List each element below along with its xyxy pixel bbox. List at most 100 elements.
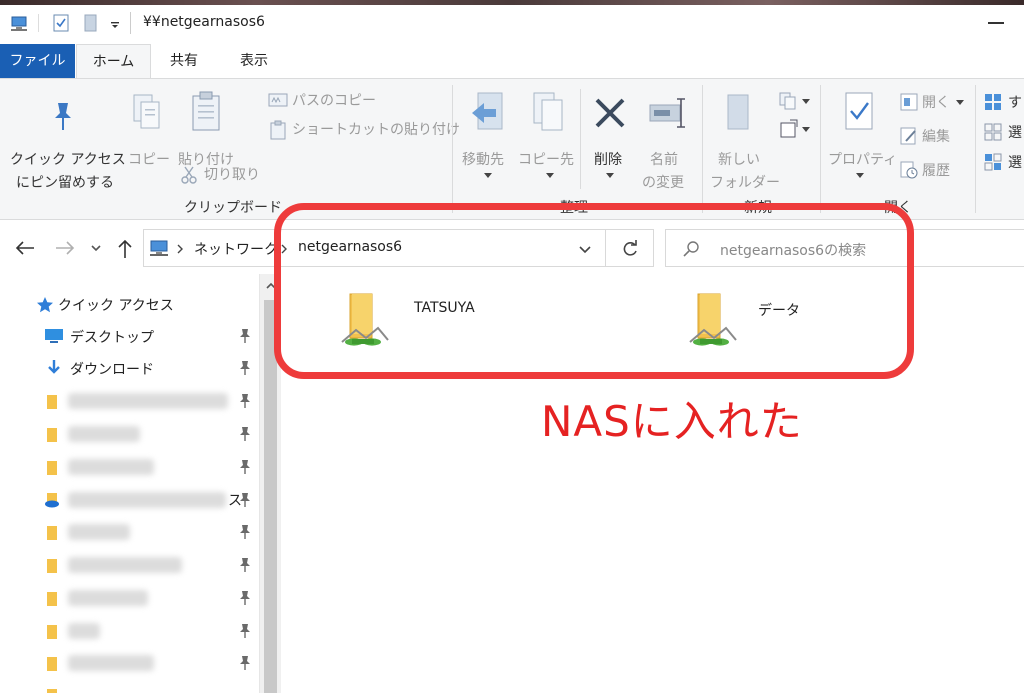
dropdown-caret-icon bbox=[956, 100, 964, 105]
pin-icon[interactable] bbox=[238, 655, 252, 671]
clipboard-group-label: クリップボード bbox=[184, 200, 282, 216]
copy-path-icon bbox=[268, 93, 288, 107]
annotation-text: NASに入れた bbox=[541, 397, 803, 446]
sidebar-item-folder[interactable] bbox=[0, 647, 258, 679]
copy-path-button[interactable]: パスのコピー bbox=[266, 89, 446, 113]
folder-icon bbox=[47, 592, 57, 606]
properties-icon[interactable] bbox=[52, 14, 70, 32]
pin-icon[interactable] bbox=[238, 492, 252, 508]
history-icon bbox=[900, 161, 918, 179]
pin-icon[interactable] bbox=[238, 557, 252, 573]
edit-icon bbox=[900, 127, 916, 145]
blurred-folder-name bbox=[68, 393, 228, 409]
paste-shortcut-label: ショートカットの貼り付け bbox=[292, 122, 460, 138]
copy-to-button[interactable]: コピー先 bbox=[518, 89, 580, 181]
select-none-button[interactable]: 選 bbox=[982, 121, 1024, 145]
copy-path-label: パスのコピー bbox=[292, 93, 376, 109]
dropdown-caret-icon bbox=[546, 173, 554, 178]
invert-selection-button[interactable]: 選 bbox=[982, 151, 1024, 175]
open-button[interactable]: 開く bbox=[898, 91, 972, 115]
folder-icon bbox=[47, 689, 57, 693]
breadcrumb-network[interactable]: ネットワーク bbox=[194, 239, 278, 259]
new-item-button[interactable] bbox=[776, 89, 816, 113]
properties-icon bbox=[845, 92, 873, 130]
new-folder-label-line2: フォルダー bbox=[710, 175, 780, 191]
properties-label: プロパティ bbox=[828, 152, 898, 168]
tab-home[interactable]: ホーム bbox=[76, 44, 151, 79]
recent-locations-chevron-icon[interactable] bbox=[90, 244, 102, 254]
sidebar-item-folder[interactable] bbox=[0, 418, 258, 450]
sidebar-item-folder[interactable] bbox=[0, 549, 258, 581]
history-button[interactable]: 履歴 bbox=[898, 159, 968, 183]
star-icon bbox=[37, 297, 53, 313]
sidebar-item-folder[interactable] bbox=[0, 385, 258, 417]
desktop-icon bbox=[45, 329, 63, 343]
copy-icon bbox=[133, 94, 160, 129]
properties-button[interactable]: プロパティ bbox=[824, 89, 898, 189]
sidebar-item-folder[interactable] bbox=[0, 679, 258, 693]
rename-button[interactable]: 名前 の変更 bbox=[638, 89, 698, 191]
pin-icon bbox=[55, 103, 71, 130]
sidebar-item-folder[interactable] bbox=[0, 582, 258, 614]
pin-icon[interactable] bbox=[238, 590, 252, 606]
divider bbox=[130, 12, 131, 34]
blurred-folder-name bbox=[68, 623, 100, 639]
desktop-strip bbox=[0, 0, 1024, 5]
sidebar-item-quick-access[interactable]: クイック アクセス bbox=[0, 288, 258, 320]
back-arrow-icon[interactable] bbox=[14, 240, 36, 256]
sidebar-item-downloads[interactable]: ダウンロード bbox=[0, 352, 258, 384]
pin-icon[interactable] bbox=[238, 360, 252, 376]
pin-icon[interactable] bbox=[238, 328, 252, 344]
dropdown-caret-icon bbox=[606, 173, 614, 178]
tab-view[interactable]: 表示 bbox=[218, 44, 290, 78]
sidebar-label: ダウンロード bbox=[70, 362, 154, 378]
move-to-button[interactable]: 移動先 bbox=[458, 89, 518, 181]
dropdown-caret-icon bbox=[802, 127, 810, 132]
pin-icon[interactable] bbox=[238, 426, 252, 442]
paste-shortcut-icon bbox=[270, 120, 286, 140]
paste-shortcut-button[interactable]: ショートカットの貼り付け bbox=[266, 118, 460, 142]
dropdown-caret-icon bbox=[484, 173, 492, 178]
new-folder-button[interactable]: 新しい フォルダー bbox=[706, 89, 780, 191]
annotation-highlight-box bbox=[274, 203, 914, 379]
sidebar-item-folder[interactable] bbox=[0, 516, 258, 548]
select-all-button[interactable]: す bbox=[982, 91, 1024, 115]
paste-button[interactable]: 貼り付け bbox=[176, 89, 240, 169]
new-folder-icon[interactable] bbox=[82, 14, 100, 32]
up-arrow-icon[interactable] bbox=[116, 238, 134, 260]
title-bar: ¥¥netgearnasos6 bbox=[0, 0, 1024, 44]
minimize-button[interactable] bbox=[988, 22, 1004, 24]
rename-label-line2: の変更 bbox=[642, 175, 684, 191]
folder-icon bbox=[47, 395, 57, 409]
pin-icon[interactable] bbox=[238, 459, 252, 475]
pin-to-quick-access-button[interactable]: クイック アクセス にピン留めする bbox=[8, 89, 126, 191]
edit-button[interactable]: 編集 bbox=[898, 125, 968, 149]
select-none-icon bbox=[984, 123, 1002, 141]
customize-chevron-icon[interactable] bbox=[110, 14, 120, 32]
sidebar-item-folder[interactable] bbox=[0, 615, 258, 647]
pin-icon[interactable] bbox=[238, 623, 252, 639]
copy-button[interactable]: コピー bbox=[126, 89, 170, 169]
forward-arrow-icon[interactable] bbox=[54, 240, 76, 256]
new-item-icon bbox=[779, 92, 796, 110]
blurred-folder-name bbox=[68, 655, 154, 671]
tab-share[interactable]: 共有 bbox=[152, 44, 216, 78]
invert-selection-icon bbox=[984, 153, 1002, 171]
pin-icon[interactable] bbox=[238, 524, 252, 540]
open-label: 開く bbox=[922, 95, 950, 111]
blurred-folder-name bbox=[68, 492, 226, 508]
breadcrumb-chevron-icon[interactable] bbox=[176, 244, 184, 254]
rename-icon bbox=[649, 98, 685, 128]
folder-icon bbox=[47, 461, 57, 475]
sidebar-item-folder[interactable] bbox=[0, 451, 258, 483]
cut-button[interactable]: 切り取り bbox=[178, 163, 268, 187]
tab-file[interactable]: ファイル bbox=[0, 44, 75, 78]
delete-button[interactable]: 削除 bbox=[586, 89, 634, 181]
easy-access-button[interactable] bbox=[776, 117, 816, 141]
pin-icon[interactable] bbox=[238, 393, 252, 409]
sidebar-item-desktop[interactable]: デスクトップ bbox=[0, 320, 258, 352]
delete-label: 削除 bbox=[594, 152, 622, 168]
delete-x-icon bbox=[595, 98, 625, 128]
blurred-folder-name bbox=[68, 524, 130, 540]
sidebar-item-onedrive[interactable]: ス bbox=[0, 484, 258, 516]
